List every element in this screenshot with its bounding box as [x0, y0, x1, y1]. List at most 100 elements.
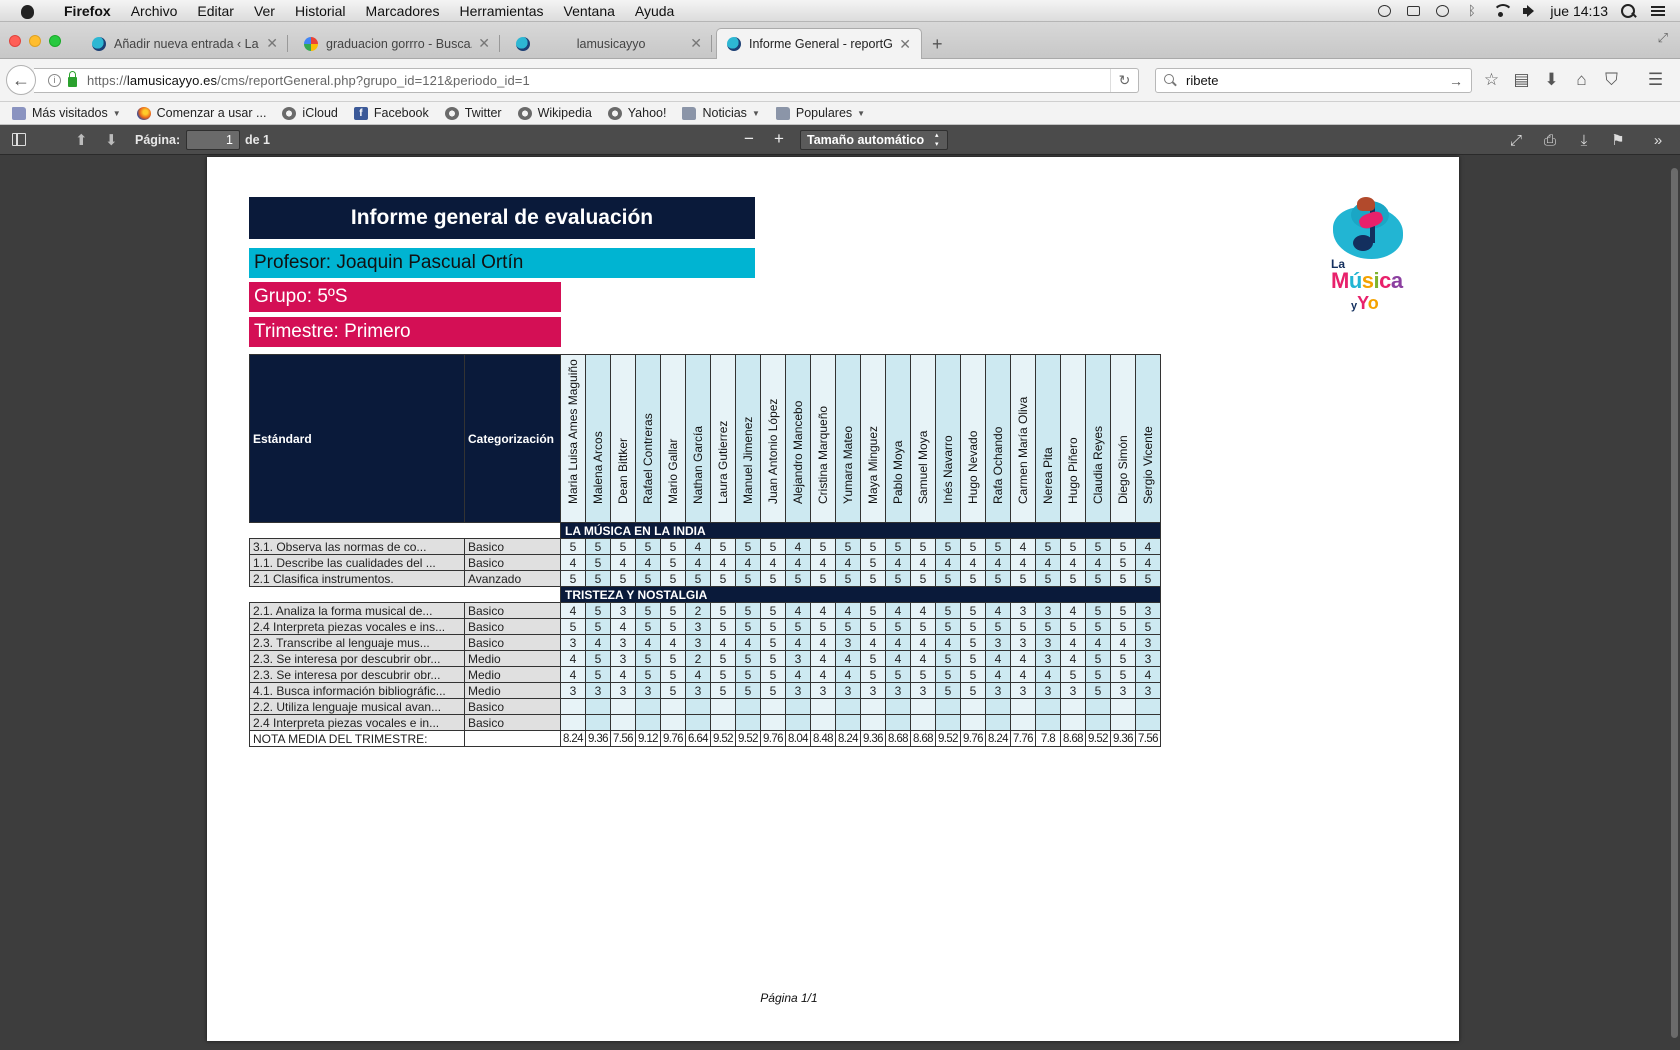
score-cell [760, 698, 786, 715]
menu-clock[interactable]: jue 14:13 [1550, 3, 1608, 19]
tab-informe-general[interactable]: Informe General - reportG... ✕ [716, 28, 922, 59]
print-icon[interactable]: ⎙ [1540, 130, 1560, 150]
screen-mirror-icon[interactable] [1405, 4, 1422, 18]
reading-list-icon[interactable]: ▤ [1512, 69, 1531, 91]
new-tab-button[interactable]: + [932, 34, 943, 55]
time-machine-icon[interactable] [1434, 4, 1451, 18]
chevron-down-icon: ▼ [112, 108, 121, 118]
student-name: Yumara Mateo [841, 425, 855, 504]
pdf-toolbar: ⬆ ⬇ Página: 1 de 1 − + Tamaño automático… [0, 125, 1680, 155]
site-info-icon[interactable]: i [48, 74, 61, 87]
presentation-mode-icon[interactable]: ⤢ [1506, 130, 1526, 150]
score-cell: 5 [860, 618, 886, 635]
score-cell [685, 714, 711, 731]
cloud-sync-icon[interactable] [1376, 4, 1393, 18]
score-cell: 5 [560, 538, 586, 555]
menu-ver[interactable]: Ver [244, 3, 285, 19]
apple-icon[interactable] [18, 4, 40, 19]
volume-icon[interactable] [1521, 4, 1538, 18]
score-cell: 4 [985, 650, 1011, 667]
menu-ventana[interactable]: Ventana [554, 3, 625, 19]
window-close-button[interactable] [9, 35, 21, 47]
page-number-input[interactable]: 1 [186, 130, 240, 150]
student-column-header: Rafael Contreras [635, 354, 661, 523]
bookmark-populares[interactable]: Populares ▼ [775, 106, 865, 120]
menu-editar[interactable]: Editar [187, 3, 244, 19]
zoom-in-button[interactable]: + [768, 128, 790, 150]
wifi-icon[interactable] [1492, 3, 1514, 18]
score-cell: 4 [835, 554, 861, 571]
menu-herramientas[interactable]: Herramientas [449, 3, 553, 19]
tools-menu-icon[interactable]: » [1648, 130, 1668, 150]
hamburger-menu-icon[interactable]: ☰ [1646, 69, 1665, 91]
search-input[interactable]: ribete [1186, 73, 1219, 88]
url-bar[interactable]: i https://lamusicayyo.es/cms/reportGener… [34, 68, 1139, 93]
column-header-category: Categorización [464, 354, 561, 523]
zoom-out-button[interactable]: − [738, 128, 760, 150]
vertical-scrollbar[interactable] [1671, 168, 1678, 1038]
tab-anadir-entrada[interactable]: Añadir nueva entrada ‹ La ... ✕ [82, 28, 288, 59]
bookmark-facebook[interactable]: f Facebook [353, 106, 429, 120]
score-cell [635, 714, 661, 731]
fullscreen-icon[interactable]: ⤢ [1658, 30, 1668, 46]
menu-app-firefox[interactable]: Firefox [54, 3, 121, 19]
next-page-icon[interactable]: ⬇ [105, 131, 118, 149]
score-cell: 4 [910, 554, 936, 571]
tab-google-search[interactable]: graduacion gorrro - Busca... ✕ [294, 28, 500, 59]
previous-page-icon[interactable]: ⬆ [75, 131, 88, 149]
average-cell: 7.56 [1135, 730, 1161, 747]
bookmark-star-icon[interactable]: ☆ [1482, 69, 1501, 91]
macos-menu-bar: Firefox Archivo Editar Ver Historial Mar… [0, 0, 1680, 22]
download-icon[interactable]: ⤓ [1574, 130, 1594, 150]
menu-archivo[interactable]: Archivo [121, 3, 188, 19]
score-cell: 5 [710, 618, 736, 635]
search-bar[interactable]: ribete → [1155, 68, 1472, 93]
bluetooth-icon[interactable]: ᛒ [1463, 3, 1480, 18]
close-icon[interactable]: ✕ [690, 35, 702, 52]
download-icon[interactable]: ⬇ [1542, 69, 1561, 91]
home-icon[interactable]: ⌂ [1572, 69, 1591, 91]
tab-lamusicayyo[interactable]: lamusicayyo ✕ [506, 28, 712, 59]
notification-center-icon[interactable] [1649, 4, 1666, 18]
bookmark-comenzar[interactable]: Comenzar a usar ... [136, 106, 266, 120]
score-cell: 3 [1010, 634, 1036, 651]
score-cell: 5 [1085, 602, 1111, 619]
sidebar-toggle-icon[interactable] [12, 133, 26, 146]
score-cell: 5 [585, 650, 611, 667]
score-cell: 4 [985, 666, 1011, 683]
score-cell [785, 698, 811, 715]
window-zoom-button[interactable] [49, 35, 61, 47]
menu-historial[interactable]: Historial [285, 3, 356, 19]
url-text[interactable]: https://lamusicayyo.es/cms/reportGeneral… [87, 73, 530, 88]
score-cell: 5 [660, 570, 686, 587]
score-cell: 4 [1135, 554, 1161, 571]
pocket-icon[interactable]: ⛉ [1602, 69, 1621, 91]
zoom-select[interactable]: Tamaño automático [800, 130, 948, 150]
menu-marcadores[interactable]: Marcadores [356, 3, 450, 19]
score-cell: 5 [710, 682, 736, 699]
table-body: LA MÚSICA EN LA INDIA 3.1. Observa las no… [249, 522, 1161, 747]
close-icon[interactable]: ✕ [266, 35, 278, 52]
standard-cell: 1.1. Describe las cualidades del ... [249, 554, 465, 571]
bookmark-icon[interactable]: ⚑ [1608, 130, 1628, 150]
spotlight-search-icon[interactable] [1620, 3, 1637, 18]
lock-icon[interactable] [68, 71, 77, 87]
score-cell [685, 698, 711, 715]
close-icon[interactable]: ✕ [478, 35, 490, 52]
bookmark-yahoo[interactable]: Yahoo! [607, 106, 666, 120]
bookmark-wikipedia[interactable]: Wikipedia [517, 106, 592, 120]
bookmark-twitter[interactable]: Twitter [444, 106, 502, 120]
menu-ayuda[interactable]: Ayuda [625, 3, 684, 19]
standard-cell: 2.3. Transcribe al lenguaje mus... [249, 634, 465, 651]
bookmark-noticias[interactable]: Noticias ▼ [682, 106, 760, 120]
search-go-icon[interactable]: → [1449, 73, 1463, 89]
bookmark-mas-visitados[interactable]: Más visitados ▼ [12, 106, 121, 120]
score-cell [910, 714, 936, 731]
close-icon[interactable]: ✕ [899, 36, 911, 53]
reload-icon[interactable]: ↻ [1110, 69, 1138, 92]
score-cell: 5 [1085, 666, 1111, 683]
table-row: 2.4 Interpreta piezas vocales e in... Bas… [249, 714, 1161, 731]
bookmark-icloud[interactable]: iCloud [282, 106, 338, 120]
back-button[interactable]: ← [6, 65, 36, 95]
window-minimize-button[interactable] [29, 35, 41, 47]
